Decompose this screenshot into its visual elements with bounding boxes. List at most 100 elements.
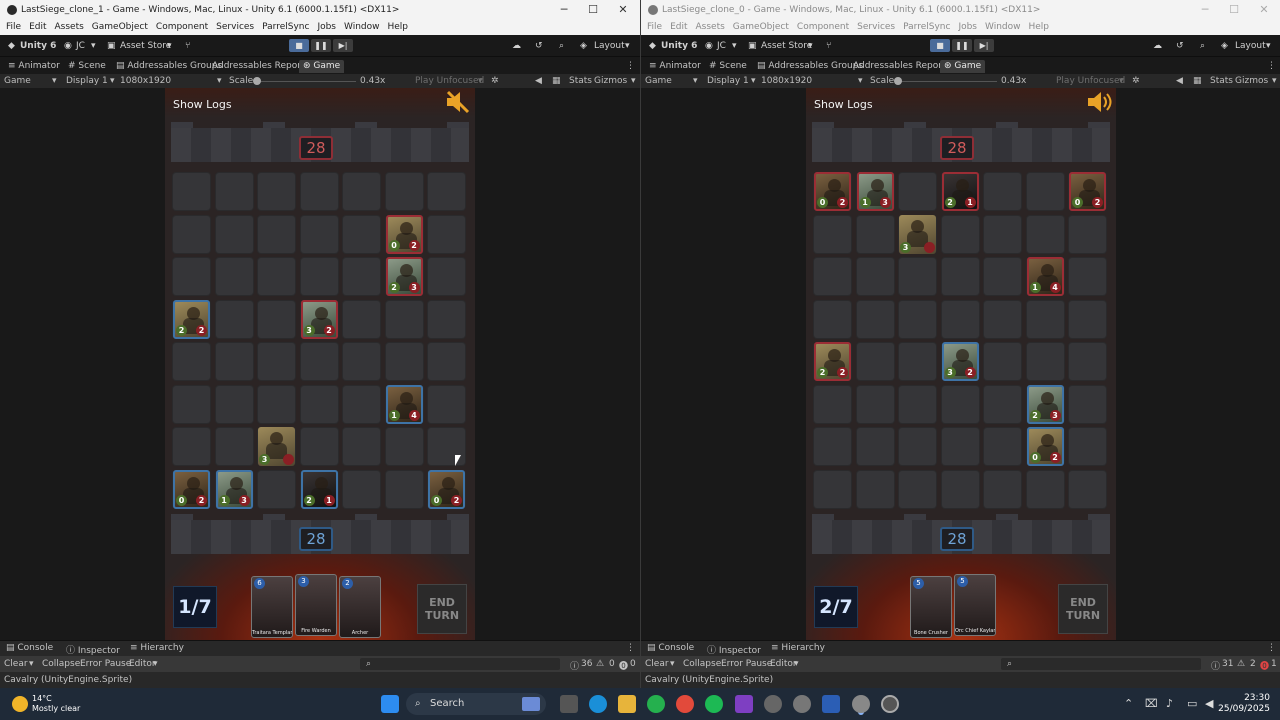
- grid-cell[interactable]: [257, 384, 296, 424]
- grid-cell[interactable]: [342, 427, 381, 466]
- tab-game[interactable]: ⊛ Game: [940, 60, 986, 73]
- speaker-muted-icon[interactable]: [443, 88, 471, 116]
- speaker-icon[interactable]: ◀: [1176, 76, 1183, 86]
- taskbar-search[interactable]: ⌕ Search: [406, 693, 546, 715]
- minimize-icon[interactable]: ─: [550, 3, 578, 17]
- layout-dropdown[interactable]: Layout: [1235, 40, 1266, 52]
- grid-cell[interactable]: [427, 257, 466, 296]
- version-control-icon[interactable]: ⑂: [826, 40, 831, 52]
- grid-cell[interactable]: [257, 342, 296, 381]
- unity-alert-icon[interactable]: [881, 695, 899, 713]
- unit-card[interactable]: 02: [173, 469, 210, 509]
- editor-dropdown[interactable]: Editor: [770, 659, 797, 669]
- grid-cell[interactable]: [427, 214, 466, 254]
- unit-card[interactable]: 21: [941, 172, 979, 211]
- show-logs-button[interactable]: Show Logs: [814, 98, 873, 111]
- more-options-icon[interactable]: ⋮: [1267, 643, 1276, 653]
- search-icon[interactable]: ⌕: [559, 40, 564, 52]
- grid-cell[interactable]: [983, 214, 1022, 254]
- maximize-icon[interactable]: ☐: [1220, 3, 1248, 17]
- grid-icon[interactable]: ▦: [552, 76, 561, 86]
- menu-assets[interactable]: Assets: [696, 20, 725, 32]
- unit-card[interactable]: 02: [385, 214, 423, 254]
- play-mode-dropdown[interactable]: Play Unfocused: [415, 76, 484, 86]
- edge-browser-icon[interactable]: [589, 695, 607, 713]
- unit-card[interactable]: 32: [941, 342, 979, 381]
- grid-cell[interactable]: [214, 172, 254, 211]
- speaker-on-icon[interactable]: [1084, 88, 1112, 116]
- grid-cell[interactable]: [1068, 342, 1107, 381]
- grid-cell[interactable]: [214, 384, 254, 424]
- unit-card[interactable]: 22: [814, 342, 851, 381]
- asset-store-button[interactable]: Asset Store: [120, 40, 171, 52]
- grid-cell[interactable]: [342, 299, 381, 339]
- grid-cell[interactable]: [299, 214, 339, 254]
- hand-card[interactable]: 2 Archer: [339, 576, 381, 638]
- grid-cell[interactable]: [1025, 172, 1065, 211]
- grid-cell[interactable]: [983, 257, 1022, 296]
- grid-cell[interactable]: [898, 469, 937, 509]
- grid-cell[interactable]: [940, 384, 980, 424]
- grid-cell[interactable]: [299, 342, 339, 381]
- minimize-icon[interactable]: ─: [1191, 3, 1219, 17]
- menu-services[interactable]: Services: [857, 20, 895, 32]
- grid-cell[interactable]: [172, 342, 211, 381]
- clear-button[interactable]: Clear: [4, 659, 28, 669]
- grid-cell[interactable]: [898, 172, 937, 211]
- task-view-icon[interactable]: [560, 695, 578, 713]
- chevron-up-icon[interactable]: ⌃: [1124, 697, 1133, 710]
- grid-cell[interactable]: [342, 342, 381, 381]
- grid-icon[interactable]: ▦: [1193, 76, 1202, 86]
- grid-cell[interactable]: [983, 299, 1022, 339]
- game-dropdown[interactable]: Game: [4, 76, 31, 86]
- menu-component[interactable]: Component: [156, 20, 208, 32]
- grid-cell[interactable]: [940, 214, 980, 254]
- warning-icon[interactable]: ⚠: [1237, 659, 1245, 669]
- grid-cell[interactable]: [1025, 342, 1065, 381]
- grid-cell[interactable]: [299, 172, 339, 211]
- grid-cell[interactable]: [257, 299, 296, 339]
- pause-button[interactable]: ❚❚: [952, 39, 972, 52]
- step-button[interactable]: ▶|: [333, 39, 353, 52]
- scale-slider-handle[interactable]: [894, 77, 902, 85]
- gear-icon[interactable]: ✲: [1132, 76, 1140, 86]
- unity-editor-icon[interactable]: [793, 695, 811, 713]
- grid-cell[interactable]: [855, 257, 895, 296]
- grid-cell[interactable]: [299, 257, 339, 296]
- grid-cell[interactable]: [257, 172, 296, 211]
- grid-cell[interactable]: [342, 214, 381, 254]
- menu-file[interactable]: File: [6, 20, 21, 32]
- hand-card[interactable]: 5 Orc Chief Kaylar: [954, 574, 996, 636]
- tab-game[interactable]: ⊛ Game: [299, 60, 345, 73]
- collapse-toggle[interactable]: Collapse: [42, 659, 80, 669]
- grid-cell[interactable]: [898, 384, 937, 424]
- grid-cell[interactable]: [342, 469, 381, 509]
- grid-cell[interactable]: [1025, 214, 1065, 254]
- word-icon[interactable]: [822, 695, 840, 713]
- end-turn-button[interactable]: END TURN: [417, 584, 467, 634]
- grid-cell[interactable]: [813, 257, 852, 296]
- play-mode-dropdown[interactable]: Play Unfocused: [1056, 76, 1125, 86]
- grid-cell[interactable]: [855, 384, 895, 424]
- hand-card[interactable]: 6 Traitara Templar: [251, 576, 293, 638]
- history-icon[interactable]: ↺: [1176, 40, 1184, 52]
- account-dropdown[interactable]: JC: [717, 40, 726, 52]
- close-icon[interactable]: ✕: [1250, 3, 1278, 17]
- menu-gameobject[interactable]: GameObject: [733, 20, 789, 32]
- info-icon[interactable]: ⓘ: [1211, 659, 1220, 672]
- grid-cell[interactable]: [940, 299, 980, 339]
- grid-cell[interactable]: [214, 299, 254, 339]
- hand-card[interactable]: 3 Fire Warden: [295, 574, 337, 636]
- speaker-icon[interactable]: ◀: [535, 76, 542, 86]
- cloud-icon[interactable]: ☁: [1153, 40, 1162, 52]
- game-dropdown[interactable]: Game: [645, 76, 672, 86]
- console-search-input[interactable]: [360, 658, 560, 670]
- collapse-toggle[interactable]: Collapse: [683, 659, 721, 669]
- layout-dropdown[interactable]: Layout: [594, 40, 625, 52]
- error-icon[interactable]: ⓿: [619, 659, 628, 672]
- grid-cell[interactable]: [1068, 427, 1107, 466]
- resolution-dropdown[interactable]: 1080x1920: [120, 76, 171, 86]
- unit-card[interactable]: 22: [173, 299, 210, 339]
- info-icon[interactable]: ⓘ: [570, 659, 579, 672]
- grid-cell[interactable]: [983, 172, 1022, 211]
